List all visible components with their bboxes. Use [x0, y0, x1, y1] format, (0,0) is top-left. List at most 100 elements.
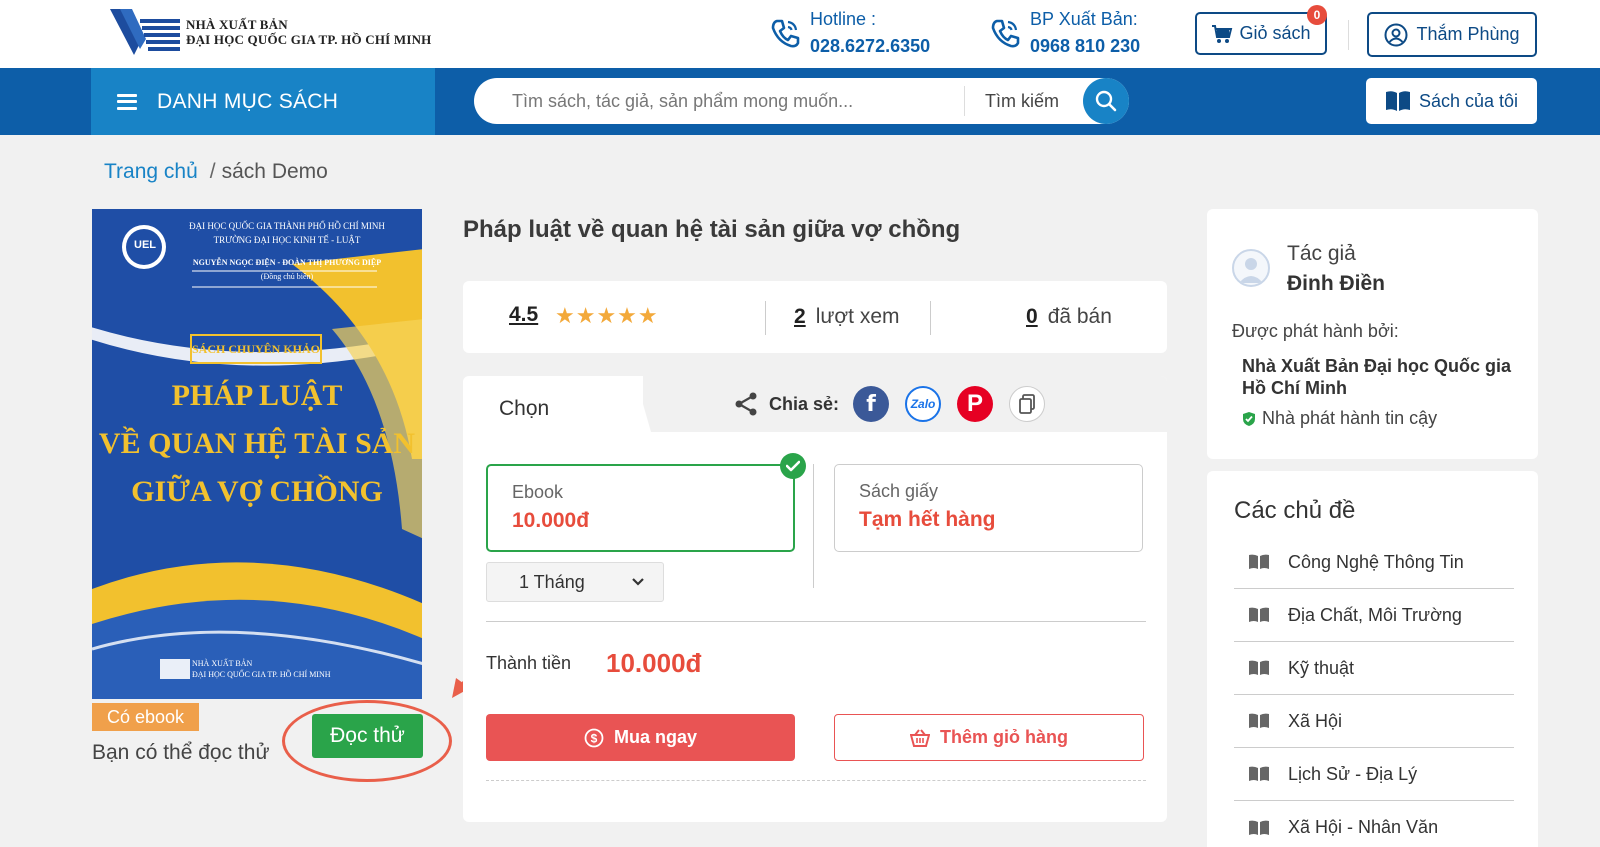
option-paper-book[interactable]: Sách giấy Tạm hết hàng — [834, 464, 1143, 552]
cover-title-line3: GIỮA VỢ CHỒNG — [131, 475, 383, 508]
author-avatar[interactable] — [1232, 249, 1270, 287]
chevron-down-icon — [632, 578, 644, 586]
author-card: Tác giả Đinh Điền Được phát hành bởi: Nh… — [1207, 209, 1538, 459]
zalo-share-icon[interactable]: Zalo — [905, 386, 942, 422]
hotline-number[interactable]: 028.6272.6350 — [810, 32, 930, 60]
duration-value: 1 Tháng — [519, 571, 585, 592]
sold-count: 0 — [1026, 305, 1038, 328]
hamburger-icon — [117, 93, 137, 110]
topic-label: Lịch Sử - Địa Lý — [1288, 763, 1418, 784]
cart-count-badge: 0 — [1307, 5, 1327, 25]
rating-value: 4.5 — [509, 303, 539, 326]
purchase-tabs: Chọn Chia sẻ: f Zalo P — [463, 376, 1167, 432]
ebook-available-badge: Có ebook — [92, 703, 199, 731]
topic-label: Địa Chất, Môi Trường — [1288, 604, 1462, 625]
author-label: Tác giả — [1287, 242, 1356, 265]
topic-label: Xã Hội — [1288, 710, 1343, 731]
cover-authors: NGUYỄN NGỌC ĐIỆN - ĐOÀN THỊ PHƯƠNG DIỆP — [192, 258, 382, 267]
search-bar: Tìm kiếm — [474, 78, 1129, 124]
bp-number[interactable]: 0968 810 230 — [1030, 32, 1140, 60]
cover-university: ĐẠI HỌC QUỐC GIA THÀNH PHỐ HỒ CHÍ MINH — [189, 221, 385, 231]
user-name: Thắm Phùng — [1416, 24, 1520, 44]
user-icon — [1384, 23, 1408, 46]
avatar-placeholder-icon — [1239, 258, 1263, 283]
pinterest-share-icon[interactable]: P — [957, 386, 994, 422]
catalog-menu-button[interactable]: DANH MỤC SÁCH — [91, 68, 435, 135]
topic-item[interactable]: Lịch Sử - Địa Lý — [1234, 748, 1514, 801]
cover-title-line2: VỀ QUAN HỆ TÀI SẢN — [98, 427, 416, 460]
book-cover-image[interactable]: UEL ĐẠI HỌC QUỐC GIA THÀNH PHỐ HỒ CHÍ MI… — [92, 209, 422, 699]
facebook-share-icon[interactable]: f — [853, 386, 890, 422]
total-label: Thành tiền — [486, 653, 572, 673]
add-to-cart-label: Thêm giỏ hàng — [940, 727, 1068, 747]
buy-now-button[interactable]: $ Mua ngay — [486, 714, 795, 761]
cart-button[interactable]: Giỏ sách 0 — [1195, 5, 1327, 55]
search-scope-label[interactable]: Tìm kiếm — [965, 91, 1083, 112]
publisher-logo[interactable]: NHÀ XUẤT BẢN ĐẠI HỌC QUỐC GIA TP. HỒ CHÍ… — [110, 8, 431, 56]
logo-line1: NHÀ XUẤT BẢN — [186, 17, 288, 32]
sold-stat: 0 đã bán — [1026, 305, 1112, 329]
logo-line2: ĐẠI HỌC QUỐC GIA TP. HỒ CHÍ MINH — [186, 32, 432, 47]
options-divider — [813, 464, 814, 588]
cover-editor-note: (Đồng chủ biên) — [260, 272, 314, 281]
logo-text: NHÀ XUẤT BẢN ĐẠI HỌC QUỐC GIA TP. HỒ CHÍ… — [186, 17, 431, 47]
topic-label: Công Nghệ Thông Tin — [1288, 551, 1464, 572]
publisher-name[interactable]: Nhà Xuất Bản Đại học Quốc gia Hồ Chí Min… — [1242, 355, 1522, 399]
cart-icon — [1212, 24, 1233, 43]
search-button[interactable] — [1083, 78, 1129, 124]
book-icon — [1249, 820, 1269, 835]
copy-link-icon[interactable] — [1009, 386, 1046, 422]
cover-emblem-text: UEL — [134, 239, 156, 251]
option-status: Tạm hết hàng — [859, 508, 996, 531]
topic-label: Kỹ thuật — [1288, 657, 1355, 678]
stats-divider — [930, 301, 931, 335]
topics-title: Các chủ đề — [1234, 497, 1356, 524]
publisher-label: Được phát hành bởi: — [1232, 321, 1399, 341]
book-icon — [1249, 660, 1269, 675]
cover-title-line1: PHÁP LUẬT — [171, 379, 343, 412]
topic-item[interactable]: Xã Hội - Nhân Văn — [1234, 801, 1514, 847]
add-to-cart-button[interactable]: Thêm giỏ hàng — [834, 714, 1144, 761]
topic-item[interactable]: Xã Hội — [1234, 695, 1514, 748]
user-account-button[interactable]: Thắm Phùng — [1367, 12, 1537, 57]
dashed-divider — [486, 780, 1146, 781]
book-title: Pháp luật về quan hệ tài sản giữa vợ chồ… — [463, 216, 961, 243]
book-icon — [1249, 607, 1269, 622]
open-book-icon — [1385, 91, 1410, 111]
hotline-contact[interactable]: Hotline : 028.6272.6350 — [768, 6, 930, 60]
breadcrumb-home-link[interactable]: Trang chủ — [104, 160, 198, 183]
option-name: Sách giấy — [859, 481, 939, 501]
views-stat: 2 lượt xem — [794, 305, 900, 329]
share-icon[interactable] — [733, 391, 759, 417]
topics-card: Các chủ đề Công Nghệ Thông Tin Địa Chất,… — [1207, 471, 1538, 847]
cart-label: Giỏ sách — [1239, 23, 1311, 43]
topic-item[interactable]: Địa Chất, Môi Trường — [1234, 589, 1514, 642]
trusted-label: Nhà phát hành tin cậy — [1262, 408, 1438, 428]
stats-divider — [765, 301, 766, 335]
svg-text:$: $ — [591, 731, 598, 745]
author-name[interactable]: Đinh Điền — [1287, 272, 1385, 296]
buy-now-label: Mua ngay — [613, 727, 697, 747]
hotline-label: Hotline : — [810, 9, 877, 29]
option-ebook[interactable]: Ebook 10.000đ — [486, 453, 806, 552]
catalog-label: DANH MỤC SÁCH — [157, 89, 339, 113]
logo-mark-icon — [110, 9, 180, 55]
phone-icon — [771, 19, 800, 48]
cover-publisher-line1: NHÀ XUẤT BẢN — [192, 659, 253, 668]
bp-label: BP Xuất Bản: — [1030, 9, 1138, 29]
topic-item[interactable]: Kỹ thuật — [1234, 642, 1514, 695]
shield-check-icon — [1243, 411, 1255, 426]
sold-label: đã bán — [1047, 305, 1112, 328]
share-bar: Chia sẻ: f Zalo P — [733, 386, 1061, 422]
read-sample-hint: Bạn có thể đọc thử — [92, 741, 270, 764]
search-input[interactable] — [474, 78, 964, 124]
tab-choose[interactable]: Chọn — [463, 376, 643, 432]
my-books-button[interactable]: Sách của tôi — [1366, 78, 1537, 124]
topic-item[interactable]: Công Nghệ Thông Tin — [1234, 536, 1514, 589]
purchase-panel: Chọn Chia sẻ: f Zalo P Ebook 10.000đ Sác… — [463, 376, 1167, 822]
header-divider — [1348, 20, 1349, 50]
cover-publisher-line2: ĐẠI HỌC QUỐC GIA TP. HỒ CHÍ MINH — [192, 670, 331, 679]
bp-contact[interactable]: BP Xuất Bản: 0968 810 230 — [988, 6, 1140, 60]
duration-select[interactable]: 1 Tháng — [486, 562, 664, 602]
rating-stars-icon: ★★★★★ — [555, 303, 659, 328]
